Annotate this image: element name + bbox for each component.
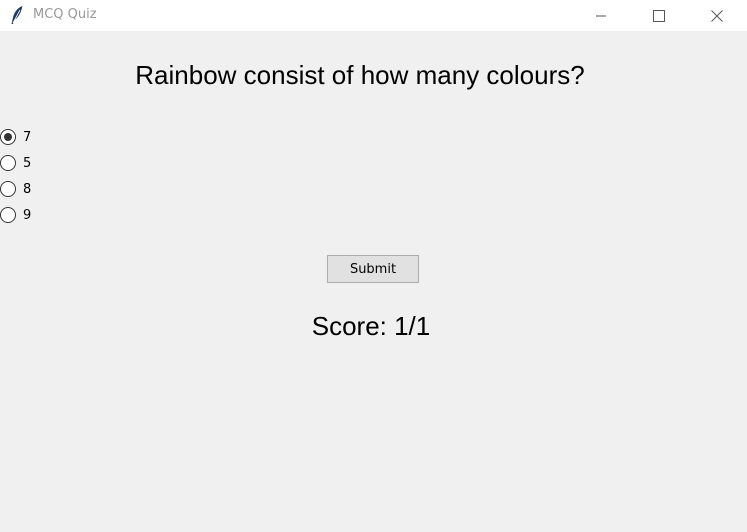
minimize-button[interactable] [578,0,624,31]
maximize-icon [653,9,665,22]
option-7[interactable]: 7 [0,124,31,150]
question-text: Rainbow consist of how many colours? [135,60,585,90]
close-button[interactable] [694,0,740,31]
score-label: Score: 1/1 [311,311,431,341]
option-label: 7 [23,129,32,145]
answer-options: 7 5 8 9 [0,124,31,228]
option-label: 9 [23,207,32,223]
option-label: 5 [23,155,32,171]
option-label: 8 [23,181,32,197]
option-5[interactable]: 5 [0,150,31,176]
title-bar: MCQ Quiz [0,0,747,31]
option-9[interactable]: 9 [0,202,31,228]
window-title: MCQ Quiz [33,7,97,22]
submit-button[interactable]: Submit [327,255,419,283]
option-8[interactable]: 8 [0,176,31,202]
radio-button[interactable] [0,181,16,197]
feather-icon [10,5,24,25]
radio-button[interactable] [0,129,16,145]
radio-button[interactable] [0,155,16,171]
minimize-icon [595,10,607,22]
maximize-button[interactable] [636,0,682,31]
close-icon [711,9,723,22]
radio-button[interactable] [0,207,16,223]
